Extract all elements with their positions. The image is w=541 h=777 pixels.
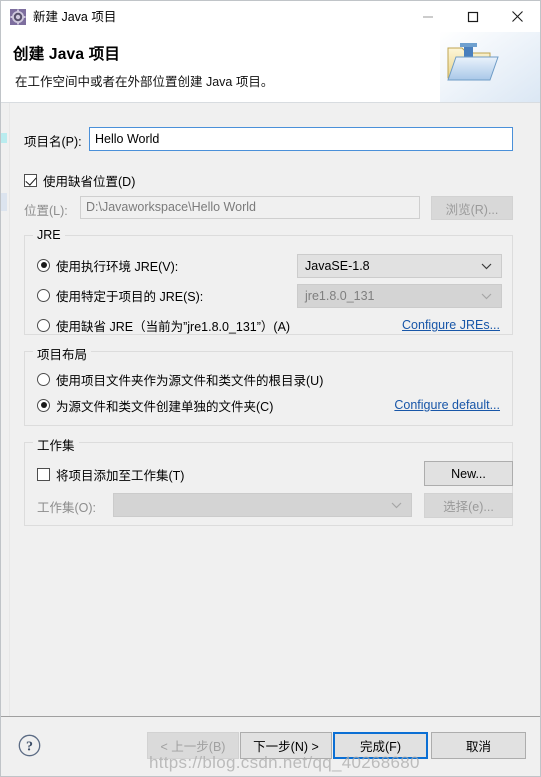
window-controls [405, 1, 540, 32]
chevron-down-icon [391, 498, 402, 512]
radio-label: 使用项目文件夹作为源文件和类文件的根目录(U) [56, 373, 324, 388]
working-set-combo [113, 493, 412, 517]
radio-label: 使用特定于项目的 JRE(S): [56, 289, 204, 304]
checkbox-box-icon [37, 468, 50, 481]
radio-label: 为源文件和类文件创建单独的文件夹(C) [56, 399, 274, 414]
maximize-button[interactable] [450, 1, 495, 32]
strip-marker-2 [1, 193, 7, 211]
browse-button[interactable]: 浏览(R)... [431, 196, 513, 220]
radio-label: 使用缺省 JRE（当前为”jre1.8.0_131”）(A) [56, 319, 291, 334]
radio-dot-icon [37, 288, 50, 302]
location-row: 位置(L): D:\Javaworkspace\Hello World 浏览(R… [10, 196, 540, 220]
help-question-icon[interactable]: ? [18, 734, 41, 757]
svg-text:?: ? [26, 740, 33, 755]
project-name-label: 项目名(P): [24, 135, 82, 149]
configure-jres-link[interactable]: Configure JREs... [402, 318, 500, 332]
working-set-group-title: 工作集 [33, 435, 79, 454]
radio-use-project-folder-as-root[interactable]: 使用项目文件夹作为源文件和类文件的根目录(U) [37, 370, 323, 388]
radio-dot-icon [37, 398, 50, 412]
new-java-project-dialog: 新建 Java 项目 创建 Java 项目 在工作空间中或者在外部位置创建 Ja… [0, 0, 541, 777]
execution-environment-value: JavaSE-1.8 [305, 259, 370, 273]
add-to-working-set-checkbox[interactable]: 将项目添加至工作集(T) [37, 465, 184, 484]
working-set-group: 工作集 将项目添加至工作集(T) New... 工作集(O): 选择(e)... [24, 435, 513, 526]
project-name-row: 项目名(P): [10, 127, 540, 151]
chevron-down-icon [481, 289, 492, 303]
java-project-gear-icon [10, 8, 26, 25]
strip-marker-1 [1, 133, 7, 143]
location-label: 位置(L): [24, 204, 68, 218]
working-set-label: 工作集(O): [37, 501, 97, 515]
project-layout-group: 项目布局 使用项目文件夹作为源文件和类文件的根目录(U) 为源文件和类文件创建单… [24, 344, 513, 426]
minimize-button[interactable] [405, 1, 450, 32]
radio-create-separate-folders[interactable]: 为源文件和类文件创建单独的文件夹(C) [37, 396, 273, 414]
project-name-input[interactable] [89, 127, 513, 151]
location-input[interactable]: D:\Javaworkspace\Hello World [80, 196, 420, 219]
checkbox-box-icon [24, 174, 37, 187]
java-folder-icon [440, 32, 540, 102]
use-default-location-label: 使用缺省位置(D) [43, 175, 136, 189]
radio-dot-icon [37, 372, 50, 386]
execution-environment-combo[interactable]: JavaSE-1.8 [297, 254, 502, 278]
radio-use-execution-environment[interactable]: 使用执行环境 JRE(V): [37, 256, 178, 274]
use-default-location-checkbox[interactable]: 使用缺省位置(D) [24, 171, 135, 190]
page-title: 创建 Java 项目 [13, 46, 121, 63]
finish-button[interactable]: 完成(F) [333, 732, 428, 759]
cancel-button[interactable]: 取消 [431, 732, 526, 759]
jre-group-title: JRE [33, 228, 65, 242]
jre-group: JRE 使用执行环境 JRE(V): JavaSE-1.8 使用特定于项目的 J… [24, 228, 513, 335]
radio-use-default-jre[interactable]: 使用缺省 JRE（当前为”jre1.8.0_131”）(A) [37, 316, 290, 334]
radio-use-project-specific-jre[interactable]: 使用特定于项目的 JRE(S): [37, 286, 203, 304]
radio-label: 使用执行环境 JRE(V): [56, 259, 179, 274]
project-jre-value: jre1.8.0_131 [305, 289, 375, 303]
project-layout-group-title: 项目布局 [33, 344, 92, 363]
add-to-working-set-label: 将项目添加至工作集(T) [56, 469, 185, 483]
window-title: 新建 Java 项目 [33, 9, 117, 24]
next-button[interactable]: 下一步(N) > [240, 732, 332, 759]
radio-dot-icon [37, 318, 50, 332]
project-jre-combo: jre1.8.0_131 [297, 284, 502, 308]
new-working-set-button[interactable]: New... [424, 461, 513, 486]
side-scroll-strip[interactable] [1, 103, 10, 717]
chevron-down-icon [481, 259, 492, 273]
title-bar: 新建 Java 项目 [1, 1, 540, 32]
back-button[interactable]: < 上一步(B) [147, 732, 239, 759]
dialog-body: 项目名(P): 使用缺省位置(D) 位置(L): D:\Javaworkspac… [10, 103, 540, 717]
dialog-footer: ? < 上一步(B) 下一步(N) > 完成(F) 取消 https://blo… [1, 716, 540, 776]
wizard-header: 创建 Java 项目 在工作空间中或者在外部位置创建 Java 项目。 [1, 32, 540, 103]
configure-default-link[interactable]: Configure default... [394, 398, 500, 412]
select-working-set-button[interactable]: 选择(e)... [424, 493, 513, 518]
page-description: 在工作空间中或者在外部位置创建 Java 项目。 [15, 75, 274, 89]
radio-dot-icon [37, 258, 50, 272]
close-button[interactable] [495, 1, 540, 32]
